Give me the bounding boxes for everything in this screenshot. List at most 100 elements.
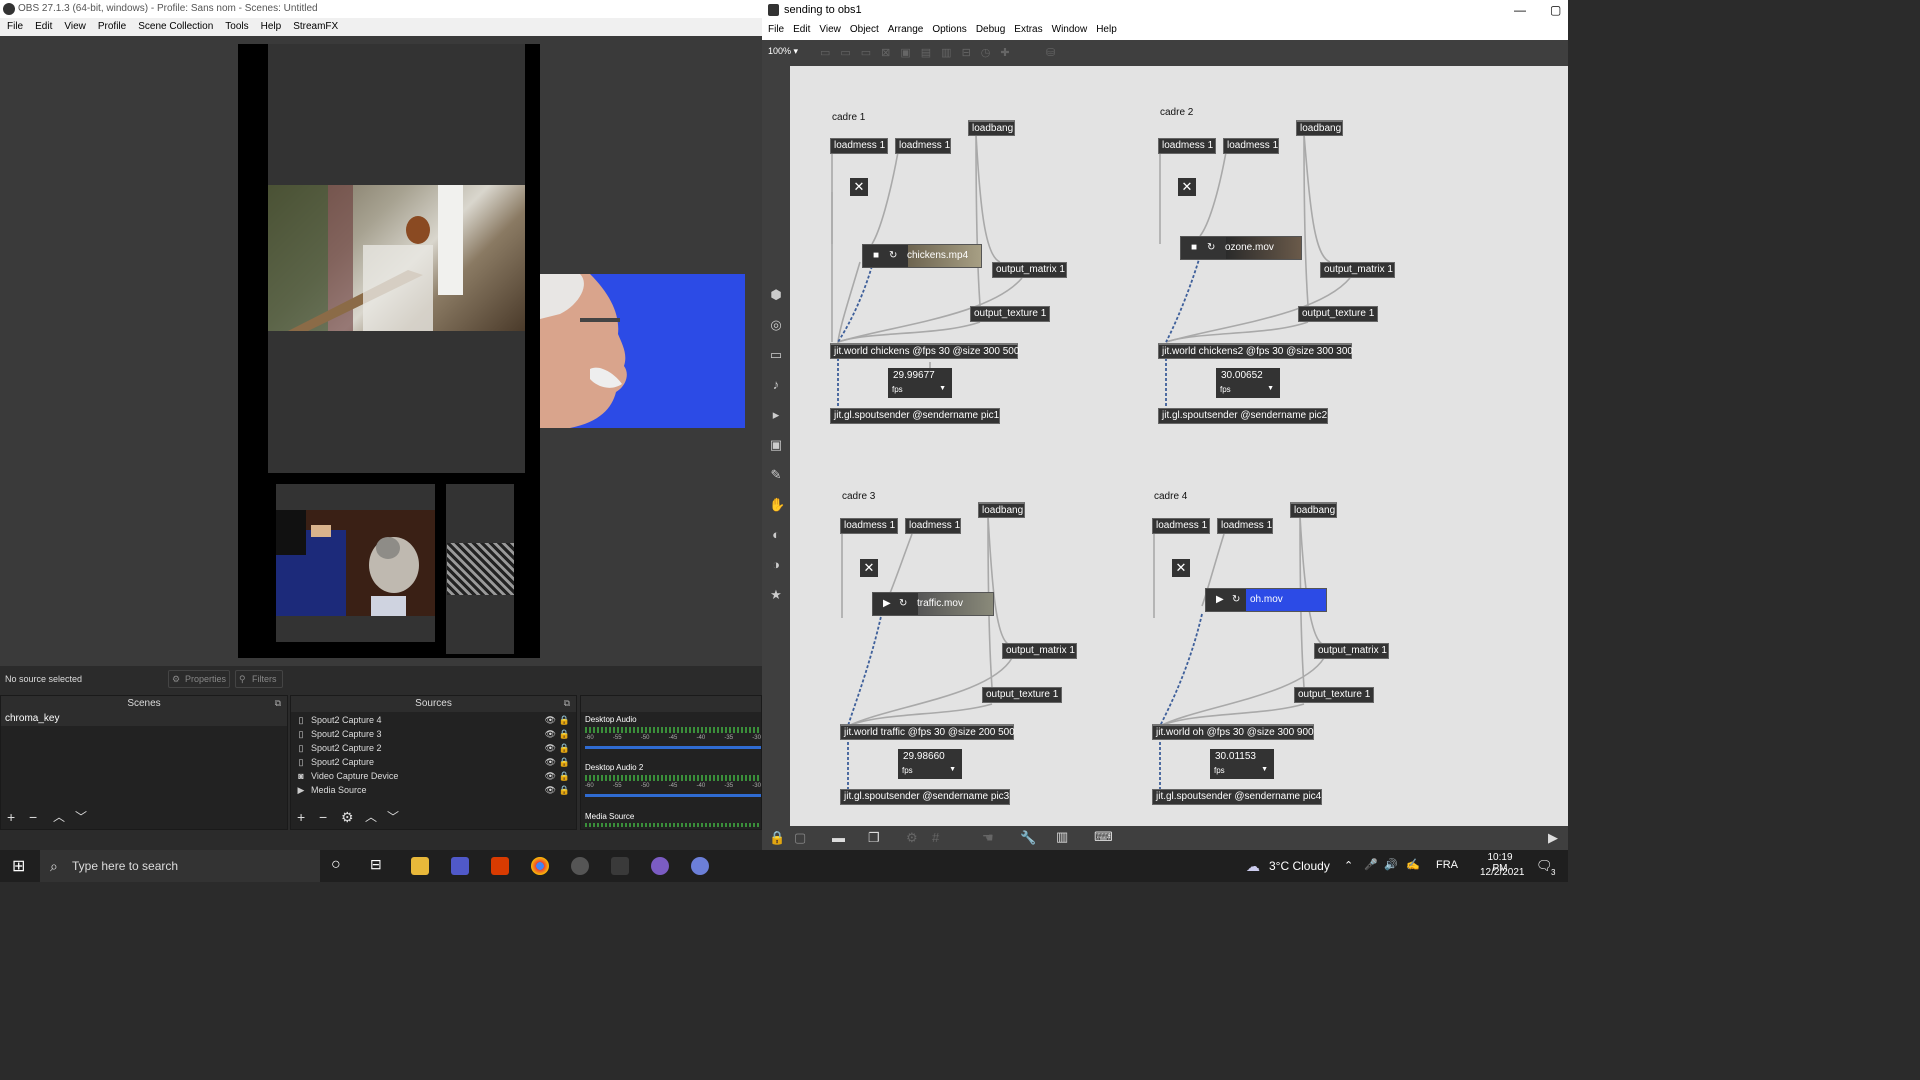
chrome-icon[interactable] bbox=[531, 857, 549, 875]
properties-button[interactable]: ⚙ Properties bbox=[168, 670, 230, 688]
obs-menu-tools[interactable]: Tools bbox=[218, 18, 253, 36]
loadbang-object[interactable]: loadbang bbox=[1290, 502, 1337, 518]
sidebar-icons[interactable]: ⬢ ◎ ▭ ♪ ▸ ▣ ✎ ✋ ◐ ◑ ★ bbox=[769, 280, 785, 610]
add-scene-icon[interactable]: + bbox=[7, 810, 15, 824]
eye-icon[interactable]: 👁 bbox=[545, 755, 556, 769]
github-icon[interactable] bbox=[651, 857, 669, 875]
move-down-icon[interactable]: ﹀ bbox=[387, 810, 399, 824]
spoutsender-object[interactable]: jit.gl.spoutsender @sendername pic3 bbox=[840, 789, 1010, 805]
obs-menu-help[interactable]: Help bbox=[254, 18, 287, 36]
grid-icon[interactable]: # bbox=[932, 830, 939, 845]
lock-icon[interactable]: 🔒 bbox=[559, 783, 570, 797]
max-menu-extras[interactable]: Extras bbox=[1008, 20, 1045, 40]
lock-icon[interactable]: 🔒 bbox=[769, 830, 785, 846]
max-menu-options[interactable]: Options bbox=[926, 20, 969, 40]
lock-icon[interactable]: 🔒 bbox=[559, 741, 570, 755]
output-matrix-object[interactable]: output_matrix 1 bbox=[1320, 262, 1395, 278]
max-taskbar-icon[interactable] bbox=[611, 857, 629, 875]
move-up-icon[interactable]: ︿ bbox=[53, 810, 65, 824]
toggle-close-icon[interactable]: ✕ bbox=[860, 559, 878, 577]
loadbang-object[interactable]: loadbang bbox=[978, 502, 1025, 518]
fps-number-box[interactable]: 29.99677 fps ▼ bbox=[888, 368, 952, 398]
office-icon[interactable] bbox=[491, 857, 509, 875]
output-texture-object[interactable]: output_texture 1 bbox=[982, 687, 1062, 703]
comment-icon[interactable]: ▬ bbox=[832, 830, 845, 845]
jit-world-object[interactable]: jit.world traffic @fps 30 @size 200 500 bbox=[840, 724, 1015, 740]
max-menu-window[interactable]: Window bbox=[1046, 20, 1091, 40]
spoutsender-object[interactable]: jit.gl.spoutsender @sendername pic4 bbox=[1152, 789, 1322, 805]
obs-taskbar-icon[interactable] bbox=[571, 857, 589, 875]
max-menu-debug[interactable]: Debug bbox=[970, 20, 1008, 40]
loadmess-object[interactable]: loadmess 1 bbox=[895, 138, 951, 154]
source-item[interactable]: ▯ Spout2 Capture 4 👁 🔒 bbox=[291, 713, 576, 727]
scene-item[interactable]: chroma_key bbox=[1, 712, 287, 726]
source-item[interactable]: ▶ Media Source 👁 🔒 bbox=[291, 783, 576, 797]
loadmess-object[interactable]: loadmess 1 bbox=[905, 518, 961, 534]
source-item[interactable]: ▯ Spout2 Capture 👁 🔒 bbox=[291, 755, 576, 769]
pen-icon[interactable]: ✍ bbox=[1406, 858, 1420, 871]
fps-number-box[interactable]: 29.98660 fps ▼ bbox=[898, 749, 962, 779]
loop-icon[interactable]: ↻ bbox=[889, 245, 897, 267]
filters-button[interactable]: ⚲ Filters bbox=[235, 670, 283, 688]
jit-world-object[interactable]: jit.world chickens @fps 30 @size 300 500 bbox=[830, 343, 1019, 359]
loadbang-object[interactable]: loadbang bbox=[1296, 120, 1343, 136]
loop-icon[interactable]: ↻ bbox=[1232, 589, 1240, 611]
source-gear-icon[interactable]: ⚙ bbox=[341, 810, 354, 824]
eye-icon[interactable]: 👁 bbox=[545, 727, 556, 741]
obs-menu-view[interactable]: View bbox=[57, 18, 91, 36]
teams-icon[interactable] bbox=[451, 857, 469, 875]
chevron-up-icon[interactable]: ⌃ bbox=[1344, 859, 1353, 872]
loop-icon[interactable]: ↻ bbox=[899, 593, 907, 615]
eye-icon[interactable]: 👁 bbox=[545, 769, 556, 783]
lock-icon[interactable]: 🔒 bbox=[559, 727, 570, 741]
task-view-icon[interactable]: ⊟ bbox=[370, 856, 382, 873]
stop-icon[interactable]: ■ bbox=[1191, 237, 1197, 259]
file-explorer-icon[interactable] bbox=[411, 857, 429, 875]
output-texture-object[interactable]: output_texture 1 bbox=[1298, 306, 1378, 322]
lock-icon[interactable]: 🔒 bbox=[559, 769, 570, 783]
obs-menu-profile[interactable]: Profile bbox=[91, 18, 131, 36]
loadmess-object[interactable]: loadmess 1 bbox=[1223, 138, 1279, 154]
dropdown-arrow-icon[interactable]: ▼ bbox=[1261, 766, 1268, 773]
obs-menu-streamfx[interactable]: StreamFX bbox=[286, 18, 343, 36]
maximize-icon[interactable]: ▢ bbox=[1550, 0, 1561, 20]
windows-start-icon[interactable]: ⊞ bbox=[12, 856, 25, 876]
eye-icon[interactable]: 👁 bbox=[545, 741, 556, 755]
microphone-icon[interactable]: 🎤 bbox=[1364, 858, 1378, 871]
speaker-icon[interactable]: 🔊 bbox=[1384, 858, 1398, 871]
output-matrix-object[interactable]: output_matrix 1 bbox=[1314, 643, 1389, 659]
obs-preview[interactable] bbox=[0, 36, 762, 666]
loadmess-object[interactable]: loadmess 1 bbox=[1152, 518, 1210, 534]
add-source-icon[interactable]: + bbox=[297, 810, 305, 824]
stop-icon[interactable]: ■ bbox=[873, 245, 879, 267]
max-menu-file[interactable]: File bbox=[762, 20, 787, 40]
movie-player[interactable]: ■ ↻ chickens.mp4 bbox=[862, 244, 982, 268]
fps-number-box[interactable]: 30.00652 fps ▼ bbox=[1216, 368, 1280, 398]
max-menu-help[interactable]: Help bbox=[1090, 20, 1120, 40]
paint-bucket-icon[interactable]: ⛁ bbox=[1046, 46, 1055, 59]
fps-number-box[interactable]: 30.01153 fps ▼ bbox=[1210, 749, 1274, 779]
language-indicator[interactable]: FRA bbox=[1436, 859, 1458, 871]
debug-icon[interactable]: ⚙ bbox=[906, 830, 918, 846]
toggle-close-icon[interactable]: ✕ bbox=[1172, 559, 1190, 577]
play-circle-icon[interactable]: ▶ bbox=[1548, 830, 1558, 846]
output-texture-object[interactable]: output_texture 1 bbox=[1294, 687, 1374, 703]
spoutsender-object[interactable]: jit.gl.spoutsender @sendername pic2 bbox=[1158, 408, 1328, 424]
hand-icon[interactable]: ☚ bbox=[982, 830, 994, 846]
obs-menu-scene-collection[interactable]: Scene Collection bbox=[131, 18, 218, 36]
weather-text[interactable]: 3°C Cloudy bbox=[1269, 859, 1330, 873]
source-item[interactable]: ◙ Video Capture Device 👁 🔒 bbox=[291, 769, 576, 783]
toggle-close-icon[interactable]: ✕ bbox=[1178, 178, 1196, 196]
layers-icon[interactable]: ❐ bbox=[868, 830, 880, 846]
dock-float-icon[interactable]: ⧉ bbox=[275, 698, 281, 709]
dropdown-arrow-icon[interactable]: ▼ bbox=[949, 766, 956, 773]
dropdown-arrow-icon[interactable]: ▼ bbox=[939, 385, 946, 392]
move-up-icon[interactable]: ︿ bbox=[365, 810, 377, 824]
source-item[interactable]: ▯ Spout2 Capture 2 👁 🔒 bbox=[291, 741, 576, 755]
clock-date[interactable]: 12/2/2021 bbox=[1480, 867, 1525, 878]
dropdown-arrow-icon[interactable]: ▼ bbox=[1267, 385, 1274, 392]
output-texture-object[interactable]: output_texture 1 bbox=[970, 306, 1050, 322]
loadmess-object[interactable]: loadmess 1 bbox=[830, 138, 888, 154]
jit-world-object[interactable]: jit.world chickens2 @fps 30 @size 300 30… bbox=[1158, 343, 1353, 359]
presentation-icon[interactable]: ▢ bbox=[794, 830, 806, 846]
